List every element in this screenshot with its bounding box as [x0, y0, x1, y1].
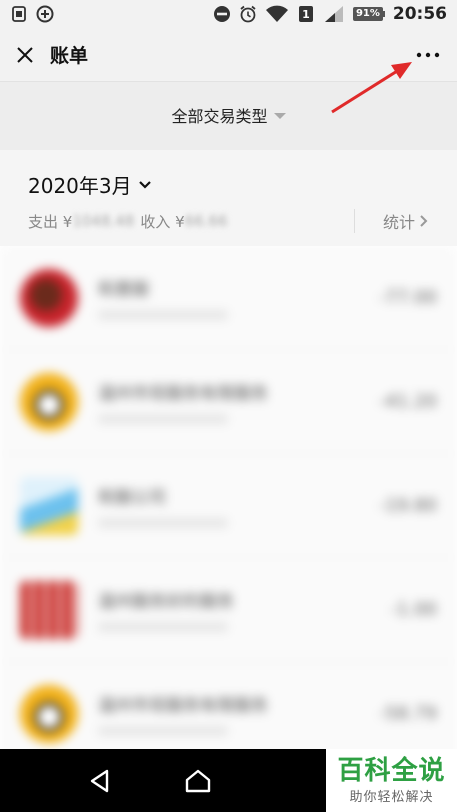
title-bar: 账单	[0, 28, 457, 82]
battery-level: 91%	[352, 7, 383, 21]
filter-bar: 全部交易类型	[0, 83, 457, 147]
transaction-amount: -41.20	[378, 391, 437, 412]
month-selector[interactable]: 2020年3月	[28, 170, 429, 199]
transaction-row[interactable]: 温州市现服务有限服务 -58.79	[0, 662, 457, 749]
income-value: 66.66	[184, 212, 228, 230]
transaction-subtitle	[98, 310, 228, 320]
wifi-icon	[265, 5, 289, 23]
sim-status-icon	[10, 5, 28, 23]
caret-down-icon	[273, 113, 286, 119]
sim-number: 1	[302, 7, 310, 21]
transaction-amount: -58.79	[378, 703, 437, 724]
merchant-avatar	[20, 684, 78, 743]
month-summary-section: 2020年3月 支出 ¥ 1048.48 收入 ¥ 66.66 统计	[0, 150, 457, 246]
home-icon	[185, 769, 211, 792]
chevron-right-icon	[420, 215, 428, 227]
transaction-type-filter[interactable]: 全部交易类型	[171, 103, 286, 127]
transaction-amount: -19.80	[378, 495, 437, 516]
expense-value: 1048.48	[72, 212, 135, 230]
income-label: 收入 ¥	[140, 212, 185, 231]
more-icon	[416, 52, 440, 57]
sim-card-icon: 1	[297, 5, 315, 23]
transaction-subtitle	[98, 414, 228, 424]
signal-icon	[323, 5, 345, 23]
stats-label: 统计	[382, 213, 415, 232]
chevron-down-icon	[138, 180, 151, 189]
merchant-name: 温州市现服务有限服务	[98, 384, 268, 404]
watermark-slogan: 助你轻松解决	[349, 790, 434, 805]
expense-label: 支出 ¥	[28, 212, 73, 231]
close-icon	[17, 46, 33, 63]
home-button[interactable]	[168, 751, 228, 811]
transaction-amount: -77.00	[378, 287, 437, 308]
selected-month: 2020年3月	[28, 174, 132, 198]
merchant-avatar	[20, 268, 78, 327]
more-options-button[interactable]	[413, 40, 443, 70]
merchant-avatar	[20, 476, 78, 535]
month-totals: 支出 ¥ 1048.48 收入 ¥ 66.66 统计	[28, 209, 429, 233]
transaction-row[interactable]: 温州市现服务有限服务 -41.20	[0, 350, 457, 454]
transaction-row[interactable]: 和服公司 -19.80	[0, 454, 457, 558]
watermark: 百科全说 助你轻松解决	[326, 749, 457, 812]
watermark-title: 百科全说	[337, 756, 446, 786]
clock: 20:56	[392, 4, 447, 24]
close-button[interactable]	[14, 44, 36, 66]
do-not-disturb-icon	[213, 5, 231, 23]
filter-label: 全部交易类型	[171, 107, 268, 126]
alarm-icon	[239, 5, 257, 23]
transaction-row[interactable]: 和惠服 -77.00	[0, 246, 457, 350]
back-triangle-icon	[90, 769, 109, 792]
merchant-name: 温州服务好的服务	[98, 592, 234, 612]
transaction-list: 和惠服 -77.00 温州市现服务有限服务 -41.20 和服公司 -19.80	[0, 246, 457, 749]
merchant-name: 温州市现服务有限服务	[98, 696, 268, 716]
stats-button[interactable]: 统计	[353, 209, 429, 233]
status-bar: 1 91% 20:56	[0, 0, 457, 28]
page-title: 账单	[50, 45, 89, 67]
battery-tip	[382, 11, 385, 17]
add-circle-icon	[36, 5, 54, 23]
merchant-avatar	[20, 372, 78, 431]
merchant-name: 和服公司	[98, 488, 166, 508]
merchant-avatar	[20, 580, 78, 639]
transaction-subtitle	[98, 622, 228, 632]
battery-indicator: 91%	[352, 7, 385, 21]
transaction-subtitle	[98, 518, 228, 528]
transaction-row[interactable]: 温州服务好的服务 -1.00	[0, 558, 457, 662]
transaction-subtitle	[98, 726, 228, 736]
transaction-amount: -1.00	[390, 599, 437, 620]
back-button[interactable]	[70, 751, 130, 811]
merchant-name: 和惠服	[98, 280, 149, 300]
